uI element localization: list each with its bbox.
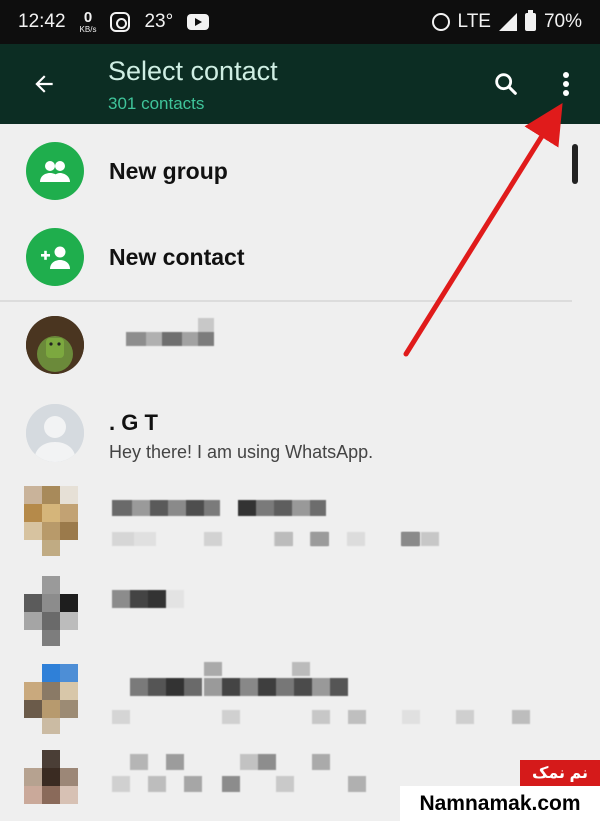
obscured-name bbox=[112, 662, 552, 738]
more-vert-icon bbox=[563, 72, 569, 96]
obscured-name bbox=[126, 318, 216, 352]
back-button[interactable] bbox=[22, 64, 66, 104]
contact-avatar bbox=[24, 486, 78, 556]
status-bar: 12:42 0 KB/s 23° LTE 70% bbox=[0, 0, 600, 44]
new-group-label: New group bbox=[109, 158, 228, 184]
contact-item[interactable] bbox=[0, 660, 600, 746]
default-avatar-icon bbox=[26, 404, 84, 462]
alarm-icon bbox=[431, 13, 450, 31]
contact-avatar bbox=[24, 576, 78, 646]
contact-item[interactable] bbox=[0, 304, 600, 390]
contact-name: . G T bbox=[109, 410, 158, 435]
obscured-name bbox=[112, 586, 222, 616]
group-icon bbox=[26, 142, 84, 200]
watermark-persian: نم نمک bbox=[520, 760, 600, 786]
obscured-name bbox=[112, 750, 402, 810]
new-contact-label: New contact bbox=[109, 244, 245, 270]
instagram-icon bbox=[110, 12, 131, 32]
new-group-item[interactable]: New group bbox=[0, 128, 600, 214]
youtube-icon bbox=[187, 14, 210, 30]
temperature: 23° bbox=[144, 11, 174, 32]
new-contact-item[interactable]: New contact bbox=[0, 214, 600, 300]
divider bbox=[0, 300, 572, 302]
signal-icon bbox=[498, 13, 517, 31]
more-options-button[interactable] bbox=[546, 64, 586, 104]
contact-status: Hey there! I am using WhatsApp. bbox=[109, 442, 374, 462]
battery-icon bbox=[524, 10, 536, 31]
app-bar: Select contact 301 contacts bbox=[0, 44, 600, 124]
arrow-back-icon bbox=[35, 75, 53, 93]
clock: 12:42 bbox=[18, 11, 66, 32]
contact-avatar bbox=[26, 316, 84, 374]
contact-item[interactable] bbox=[0, 570, 600, 656]
contact-avatar bbox=[24, 664, 78, 734]
network-type: LTE bbox=[457, 11, 491, 32]
battery-level: 70% bbox=[543, 11, 582, 32]
obscured-status bbox=[275, 532, 445, 548]
contact-item[interactable] bbox=[0, 480, 600, 566]
contact-list[interactable]: New group New contact . G T Hey there! I… bbox=[0, 124, 600, 821]
watermark-site: Namnamak.com bbox=[400, 786, 600, 821]
person-add-icon bbox=[26, 228, 84, 286]
contact-count: 301 contacts bbox=[108, 94, 205, 113]
search-icon bbox=[495, 73, 517, 95]
search-button[interactable] bbox=[484, 64, 528, 104]
contact-avatar bbox=[24, 750, 78, 820]
page-title: Select contact bbox=[108, 56, 278, 86]
contact-item[interactable]: . G T Hey there! I am using WhatsApp. bbox=[0, 392, 600, 478]
network-speed: 0 KB/s bbox=[79, 8, 97, 34]
